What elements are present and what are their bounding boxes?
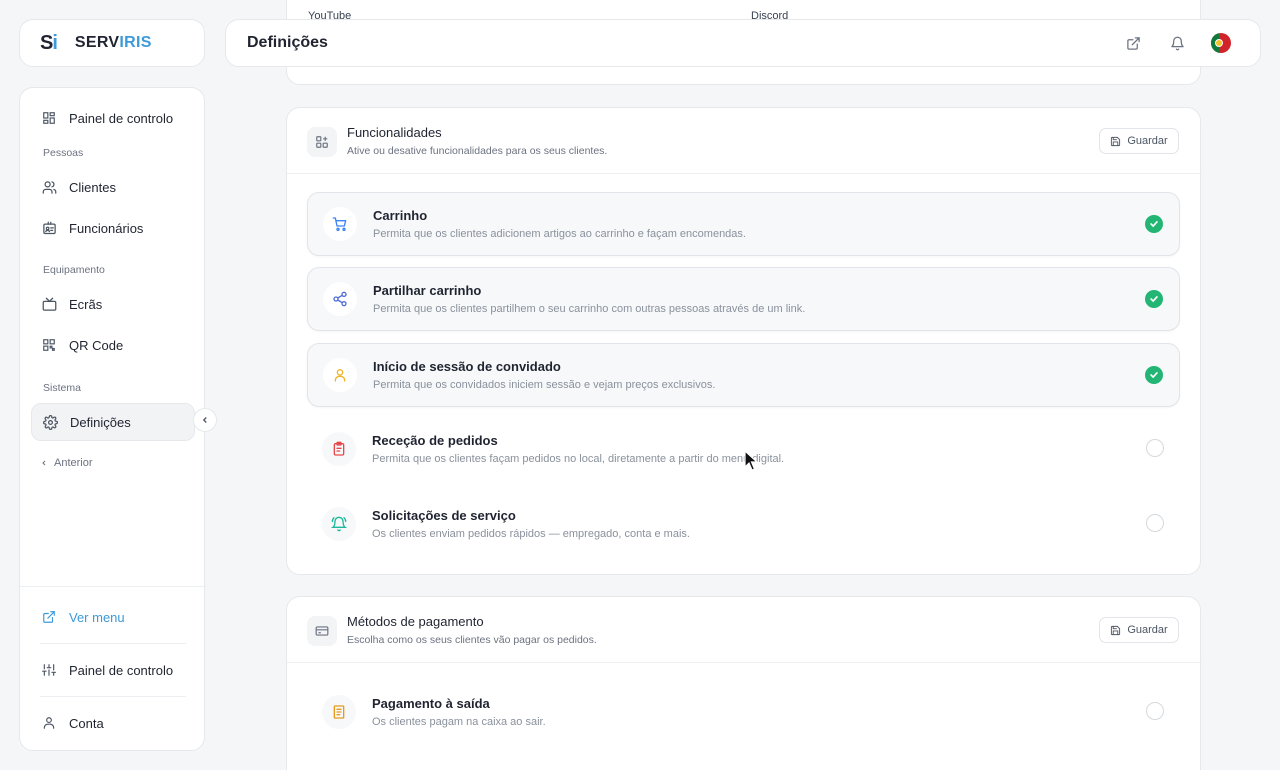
qr-code-icon <box>41 337 57 353</box>
logo[interactable]: Si SERVIRIS <box>19 19 205 67</box>
sidebar-item-label: Painel de controlo <box>69 110 174 126</box>
feature-toggle[interactable] <box>1145 366 1163 384</box>
divider <box>40 696 186 697</box>
save-label: Guardar <box>1127 135 1168 147</box>
nav-group-label: Sistema <box>43 382 81 394</box>
external-link-icon <box>41 609 57 625</box>
check-icon <box>1150 372 1158 379</box>
feature-toggle[interactable] <box>1146 514 1164 532</box>
sliders-icon <box>41 662 57 678</box>
check-icon <box>1150 296 1158 303</box>
chevron-left-icon <box>42 460 46 466</box>
sidebar-item-qrcode[interactable]: QR Code <box>31 326 195 364</box>
divider <box>20 586 206 587</box>
check-icon <box>1150 221 1158 228</box>
sidebar-item-settings[interactable]: Definições <box>31 403 195 441</box>
nav-group-label: Equipamento <box>43 264 105 276</box>
feature-title: Pagamento à saída <box>372 696 490 711</box>
view-menu-link[interactable]: Ver menu <box>31 598 195 636</box>
divider <box>40 643 186 644</box>
feature-description: Os clientes pagam na caixa ao sair. <box>372 716 546 728</box>
logo-text: SERVIRIS <box>74 34 152 51</box>
divider <box>287 173 1202 174</box>
chevron-left-icon <box>202 417 207 423</box>
sidebar-item-employees[interactable]: Funcionários <box>31 209 195 247</box>
section-title: Métodos de pagamento <box>347 614 484 629</box>
nav-group-label: Pessoas <box>43 147 84 159</box>
language-flag-icon[interactable] <box>1210 32 1232 54</box>
feature-title: Partilhar carrinho <box>373 283 482 298</box>
feature-cart[interactable]: Carrinho Permita que os clientes adicion… <box>307 192 1180 256</box>
feature-toggle[interactable] <box>1146 702 1164 720</box>
feature-service-requests[interactable]: Solicitações de serviço Os clientes envi… <box>307 492 1180 556</box>
back-link[interactable]: Anterior <box>40 457 93 469</box>
feature-description: Os clientes enviam pedidos rápidos — emp… <box>372 528 690 540</box>
share-icon <box>323 282 357 316</box>
page-title: Definições <box>247 34 328 51</box>
external-link-icon[interactable] <box>1122 32 1144 54</box>
section-description: Escolha como os seus clientes vão pagar … <box>347 634 597 646</box>
sidebar-item-screens[interactable]: Ecrãs <box>31 285 195 323</box>
save-features-button[interactable]: Guardar <box>1099 128 1179 154</box>
sidebar-item-label: Clientes <box>69 179 116 195</box>
section-description: Ative ou desative funcionalidades para o… <box>347 145 608 157</box>
user-icon <box>41 715 57 731</box>
feature-title: Início de sessão de convidado <box>373 359 561 374</box>
top-bar: Definições <box>225 19 1261 67</box>
feature-toggle[interactable] <box>1145 290 1163 308</box>
sidebar-item-label: Conta <box>69 715 104 731</box>
sidebar: Painel de controlo Pessoas Clientes Func… <box>19 87 206 751</box>
feature-title: Solicitações de serviço <box>372 508 516 523</box>
save-label: Guardar <box>1127 624 1168 636</box>
credit-card-icon <box>307 616 337 646</box>
sidebar-item-label: Painel de controlo <box>69 662 174 678</box>
sidebar-item-account[interactable]: Conta <box>31 704 195 742</box>
feature-description: Permita que os clientes partilhem o seu … <box>373 303 806 315</box>
feature-description: Permita que os convidados iniciem sessão… <box>373 379 716 391</box>
sidebar-item-clients[interactable]: Clientes <box>31 168 195 206</box>
feature-title: Receção de pedidos <box>372 433 498 448</box>
feature-toggle[interactable] <box>1146 439 1164 457</box>
logo-mark: Si <box>40 31 58 54</box>
payment-methods-section: Métodos de pagamento Escolha como os seu… <box>286 596 1202 770</box>
tv-icon <box>41 296 57 312</box>
cart-icon <box>323 207 357 241</box>
feature-description: Permita que os clientes façam pedidos no… <box>372 453 785 465</box>
feature-guest-login[interactable]: Início de sessão de convidado Permita qu… <box>307 343 1180 407</box>
features-section: Funcionalidades Ative ou desative funcio… <box>286 107 1202 575</box>
mouse-cursor-icon <box>744 450 759 471</box>
sidebar-item-label: Funcionários <box>69 220 144 236</box>
users-icon <box>41 179 57 195</box>
collapse-sidebar-button[interactable] <box>193 408 217 432</box>
view-menu-label: Ver menu <box>69 609 125 625</box>
section-title: Funcionalidades <box>347 125 442 140</box>
sidebar-item-label: Ecrãs <box>69 296 103 312</box>
feature-description: Permita que os clientes adicionem artigo… <box>373 228 746 240</box>
id-badge-icon <box>41 220 57 236</box>
save-icon <box>1111 136 1121 146</box>
payment-method-pay-at-exit[interactable]: Pagamento à saída Os clientes pagam na c… <box>307 680 1180 744</box>
divider <box>287 662 1202 663</box>
sidebar-item-label: QR Code <box>69 337 124 353</box>
gear-icon <box>42 414 58 430</box>
widgets-icon <box>307 127 337 157</box>
sidebar-item-label: Definições <box>70 414 131 430</box>
save-icon <box>1111 625 1121 635</box>
feature-share-cart[interactable]: Partilhar carrinho Permita que os client… <box>307 267 1180 331</box>
bell-icon[interactable] <box>1166 32 1188 54</box>
feature-title: Carrinho <box>373 208 428 223</box>
user-icon <box>323 358 357 392</box>
sidebar-item-dashboard[interactable]: Painel de controlo <box>31 99 195 137</box>
sidebar-item-control-panel[interactable]: Painel de controlo <box>31 651 195 689</box>
feature-toggle[interactable] <box>1145 215 1163 233</box>
bell-ring-icon <box>322 507 356 541</box>
back-label: Anterior <box>54 457 93 469</box>
receipt-icon <box>322 695 356 729</box>
save-payment-button[interactable]: Guardar <box>1099 617 1179 643</box>
grid-icon <box>41 110 57 126</box>
clipboard-icon <box>322 432 356 466</box>
